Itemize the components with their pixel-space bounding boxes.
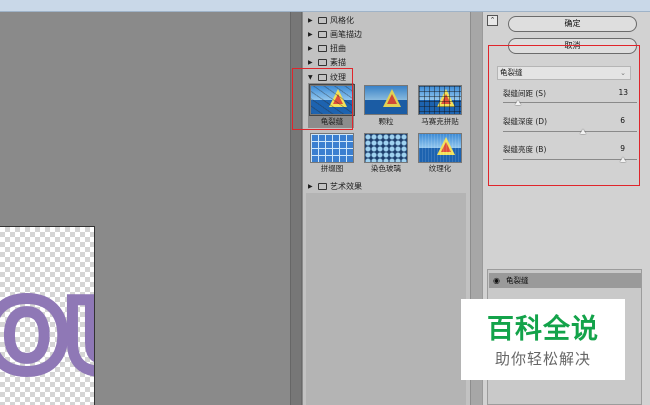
category-stylize[interactable]: ▶ 风格化 [308, 14, 354, 26]
preview-canvas[interactable]: OU [0, 12, 290, 405]
triangle-down-icon: ▼ [308, 73, 313, 81]
folder-icon [318, 58, 327, 66]
param-label-depth: 裂缝深度 (D) [503, 117, 548, 126]
slider-track-depth[interactable] [503, 131, 637, 132]
filter-thumb-mosaic-tiles[interactable] [418, 85, 462, 115]
filter-thumb-texturizer[interactable] [418, 133, 462, 163]
slider-thumb-spacing[interactable] [515, 100, 521, 105]
category-sketch[interactable]: ▶ 素描 [308, 56, 346, 68]
folder-icon [318, 44, 327, 52]
slider-track-brightness[interactable] [503, 159, 637, 160]
filter-thumb-craquelure[interactable] [309, 84, 355, 116]
filter-label: 纹理化 [428, 164, 452, 173]
category-label: 素描 [330, 57, 346, 67]
watermark: 百科全说 助你轻松解决 [461, 299, 625, 380]
folder-icon [318, 30, 327, 38]
watermark-title: 百科全说 [487, 314, 599, 345]
param-label-spacing: 裂缝间距 (S) [503, 89, 546, 98]
category-artistic[interactable]: ▶ 艺术效果 [308, 180, 362, 192]
filter-select[interactable]: 龟裂缝 ⌄ [497, 66, 631, 80]
slider-thumb-brightness[interactable] [620, 157, 626, 162]
category-label: 扭曲 [330, 43, 346, 53]
folder-icon [318, 182, 327, 190]
filter-label: 马赛克拼贴 [421, 117, 459, 126]
filter-label: 染色玻璃 [371, 164, 401, 173]
ok-button[interactable]: 确定 [508, 16, 637, 32]
folder-open-icon [318, 73, 327, 81]
category-label: 风格化 [330, 15, 354, 25]
chevron-down-icon: ⌄ [620, 69, 626, 77]
category-brush-strokes[interactable]: ▶ 画笔描边 [308, 28, 362, 40]
preview-scrollbar[interactable] [290, 12, 302, 405]
filter-thumb-patchwork[interactable] [310, 133, 354, 163]
triangle-right-icon: ▶ [308, 182, 313, 190]
filter-label: 龟裂缝 [320, 117, 344, 126]
category-label: 艺术效果 [330, 181, 362, 191]
triangle-right-icon: ▶ [308, 16, 313, 24]
preview-letters: OU [0, 284, 94, 391]
transparency-canvas: OU [0, 226, 95, 405]
folder-icon [318, 16, 327, 24]
collapse-gallery-icon[interactable]: ⌃ [487, 15, 498, 26]
category-texture[interactable]: ▼ 纹理 [308, 71, 346, 83]
slider-track-spacing[interactable] [503, 102, 637, 103]
param-value-depth[interactable]: 6 [603, 116, 625, 125]
cancel-button[interactable]: 取消 [508, 38, 637, 54]
title-bar [0, 0, 650, 12]
filter-gallery-empty-area [306, 193, 466, 405]
param-value-brightness[interactable]: 9 [603, 144, 625, 153]
triangle-right-icon: ▶ [308, 44, 313, 52]
watermark-subtitle: 助你轻松解决 [494, 350, 591, 368]
filter-thumb-stained-glass[interactable] [364, 133, 408, 163]
filter-select-value: 龟裂缝 [500, 68, 523, 77]
category-label: 画笔描边 [330, 29, 362, 39]
filter-thumb-grain[interactable] [364, 85, 408, 115]
filter-label: 拼缀图 [320, 164, 344, 173]
category-distort[interactable]: ▶ 扭曲 [308, 42, 346, 54]
category-label: 纹理 [330, 72, 346, 82]
triangle-right-icon: ▶ [308, 30, 313, 38]
slider-thumb-depth[interactable] [580, 129, 586, 134]
param-value-spacing[interactable]: 13 [606, 88, 628, 97]
eye-icon[interactable]: ◉ [493, 277, 500, 285]
filter-label: 颗粒 [378, 117, 394, 126]
effect-layer-row[interactable]: 龟裂缝 [489, 273, 641, 288]
param-label-brightness: 裂缝亮度 (B) [503, 145, 547, 154]
triangle-right-icon: ▶ [308, 58, 313, 66]
